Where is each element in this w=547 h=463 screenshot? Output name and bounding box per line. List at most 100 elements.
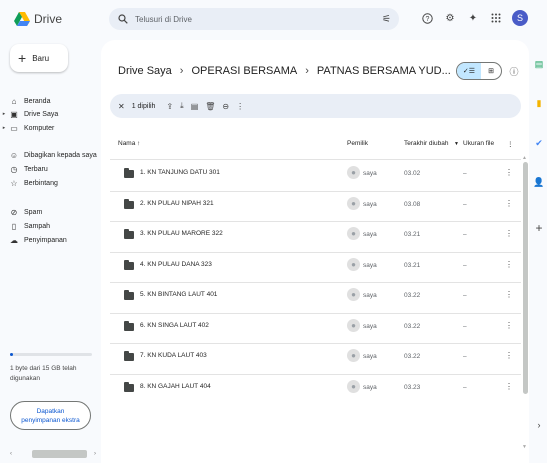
expand-caret-icon[interactable]: ▸ <box>0 125 8 131</box>
grid-view-icon[interactable]: ⊞ <box>481 63 501 79</box>
file-name[interactable]: 4. KN PULAU DANA 323 <box>140 261 212 268</box>
breadcrumb-root[interactable]: Drive Saya <box>118 65 172 77</box>
sheets-icon[interactable]: ▤ <box>533 58 545 70</box>
sidebar-item-label: Komputer <box>24 124 55 132</box>
apps-grid-icon[interactable] <box>489 11 503 25</box>
table-row[interactable]: 2. KN PULAU NIPAH 321 ● saya 03.08 – ⋮ <box>110 191 521 221</box>
scroll-up-icon[interactable]: ▲ <box>522 155 527 161</box>
drive-logo[interactable]: Drive <box>14 10 64 28</box>
breadcrumb-current[interactable]: PATNAS BERSAMA YUD... <box>317 65 451 77</box>
row-more-actions-icon[interactable]: ⋮ <box>505 168 513 177</box>
download-icon[interactable]: ⤓ <box>180 101 184 111</box>
owner-name: saya <box>363 261 377 269</box>
column-header-name[interactable]: Nama <box>118 140 135 147</box>
row-more-actions-icon[interactable]: ⋮ <box>505 290 513 299</box>
keep-icon[interactable]: ▮ <box>533 97 545 109</box>
column-header-modified[interactable]: Terakhir diubah <box>404 140 448 147</box>
scrollbar-thumb[interactable] <box>32 450 87 458</box>
expand-panel-icon[interactable]: › <box>533 419 545 431</box>
folder-icon <box>124 198 134 209</box>
scroll-right-icon[interactable]: › <box>94 451 96 457</box>
clear-selection-icon[interactable]: ✕ <box>118 102 125 111</box>
avatar[interactable]: S <box>512 10 528 26</box>
sidebar-item-starred[interactable]: ☆ Berbintang <box>0 176 100 190</box>
search-input[interactable]: Telusuri di Drive <box>135 15 382 24</box>
table-row[interactable]: 6. KN SINGA LAUT 402 ● saya 03.22 – ⋮ <box>110 313 521 343</box>
search-icon[interactable] <box>117 13 129 25</box>
row-more-actions-icon[interactable]: ⋮ <box>505 260 513 269</box>
row-more-actions-icon[interactable]: ⋮ <box>505 199 513 208</box>
contacts-icon[interactable]: 👤 <box>533 176 545 188</box>
table-row[interactable]: 8. KN GAJAH LAUT 404 ● saya 03.23 – ⋮ <box>110 374 521 404</box>
column-header-size[interactable]: Ukuran file <box>463 140 494 147</box>
table-row[interactable]: 5. KN BINTANG LAUT 401 ● saya 03.22 – ⋮ <box>110 282 521 312</box>
folder-icon <box>124 259 134 270</box>
add-addon-icon[interactable]: + <box>533 221 545 235</box>
folder-icon <box>124 320 134 331</box>
spam-icon: ⊘ <box>10 207 18 217</box>
vertical-scrollbar[interactable] <box>523 162 528 394</box>
breadcrumb-parent[interactable]: OPERASI BERSAMA <box>191 65 297 77</box>
owner-avatar-icon: ● <box>347 166 360 179</box>
sidebar-item-spam[interactable]: ⊘ Spam <box>0 205 100 219</box>
scroll-left-icon[interactable]: ‹ <box>10 451 12 457</box>
owner-name: saya <box>363 353 377 360</box>
modified-date: 03.02 <box>404 170 421 177</box>
folder-icon <box>124 381 134 392</box>
row-more-actions-icon[interactable]: ⋮ <box>505 229 513 238</box>
search-bar[interactable]: Telusuri di Drive ⚟ <box>109 8 399 30</box>
link-icon[interactable]: ⊖ <box>222 102 229 111</box>
column-header-owner[interactable]: Pemilik <box>347 140 368 147</box>
owner-name: saya <box>363 322 377 330</box>
file-name[interactable]: 2. KN PULAU NIPAH 321 <box>140 200 214 207</box>
sidebar-horizontal-scrollbar[interactable]: ‹ › <box>10 449 100 459</box>
file-name[interactable]: 6. KN SINGA LAUT 402 <box>140 322 209 329</box>
list-view-icon[interactable]: ✓☰ <box>457 63 481 79</box>
table-row[interactable]: 3. KN PULAU MARORE 322 ● saya 03.21 – ⋮ <box>110 221 521 251</box>
sidebar-item-shared[interactable]: ☺ Dibagikan kepada saya <box>0 148 100 162</box>
sidebar-item-my-drive[interactable]: ▸ ▣ Drive Saya <box>0 107 100 121</box>
sidebar-item-home[interactable]: ⌂ Beranda <box>0 94 100 108</box>
file-name[interactable]: 8. KN GAJAH LAUT 404 <box>140 383 211 390</box>
sidebar-item-label: Terbaru <box>24 165 48 173</box>
get-more-storage-button[interactable]: Dapatkan penyimpanan ekstra <box>10 401 91 430</box>
more-actions-icon[interactable]: ⋮ <box>236 102 244 111</box>
sidebar-item-recent[interactable]: ◷ Terbaru <box>0 162 100 176</box>
column-options-icon[interactable]: ⋮ <box>507 140 514 148</box>
row-more-actions-icon[interactable]: ⋮ <box>505 321 513 330</box>
info-icon[interactable]: ⓘ <box>507 64 521 78</box>
app-title: Drive <box>34 12 63 26</box>
scroll-down-icon[interactable]: ▼ <box>522 444 527 450</box>
help-icon[interactable]: ? <box>420 11 434 25</box>
table-row[interactable]: 1. KN TANJUNG DATU 301 ● saya 03.02 – ⋮ <box>110 160 521 190</box>
file-name[interactable]: 7. KN KUDA LAUT 403 <box>140 352 207 359</box>
table-row[interactable]: 7. KN KUDA LAUT 403 ● saya 03.22 – ⋮ <box>110 343 521 373</box>
new-button[interactable]: + Baru <box>10 44 68 72</box>
settings-icon[interactable]: ⚙ <box>443 11 457 25</box>
sidebar-item-trash[interactable]: ▯ Sampah <box>0 219 100 233</box>
sort-arrow-up-icon[interactable]: ↑ <box>137 140 140 147</box>
modified-date: 03.23 <box>404 383 421 391</box>
storage-usage-text: 1 byte dari 15 GB telah digunakan <box>10 365 77 382</box>
file-size: – <box>463 170 467 177</box>
owner-avatar-icon: ● <box>347 349 360 362</box>
tasks-icon[interactable]: ✔ <box>533 137 545 149</box>
sidebar-item-computers[interactable]: ▸ ▭ Komputer <box>0 121 100 135</box>
delete-icon[interactable]: 🗑 <box>205 102 215 111</box>
sort-caret-down-icon[interactable]: ▼ <box>454 141 459 147</box>
owner-name: saya <box>363 231 377 238</box>
expand-caret-icon[interactable]: ▸ <box>0 111 8 117</box>
share-icon[interactable]: ⇪ <box>166 102 173 111</box>
row-more-actions-icon[interactable]: ⋮ <box>505 351 513 360</box>
file-name[interactable]: 5. KN BINTANG LAUT 401 <box>140 291 217 298</box>
file-size: – <box>463 353 467 360</box>
move-icon[interactable]: ▤ <box>191 102 199 111</box>
row-more-actions-icon[interactable]: ⋮ <box>505 382 513 391</box>
table-row[interactable]: 4. KN PULAU DANA 323 ● saya 03.21 – ⋮ <box>110 252 521 282</box>
file-name[interactable]: 1. KN TANJUNG DATU 301 <box>140 169 220 176</box>
search-options-icon[interactable]: ⚟ <box>382 14 391 25</box>
sidebar-item-storage[interactable]: ☁ Penyimpanan <box>0 233 100 247</box>
file-name[interactable]: 3. KN PULAU MARORE 322 <box>140 230 223 237</box>
gemini-icon[interactable]: ✦ <box>466 11 480 25</box>
view-toggle[interactable]: ✓☰ ⊞ <box>456 62 502 80</box>
